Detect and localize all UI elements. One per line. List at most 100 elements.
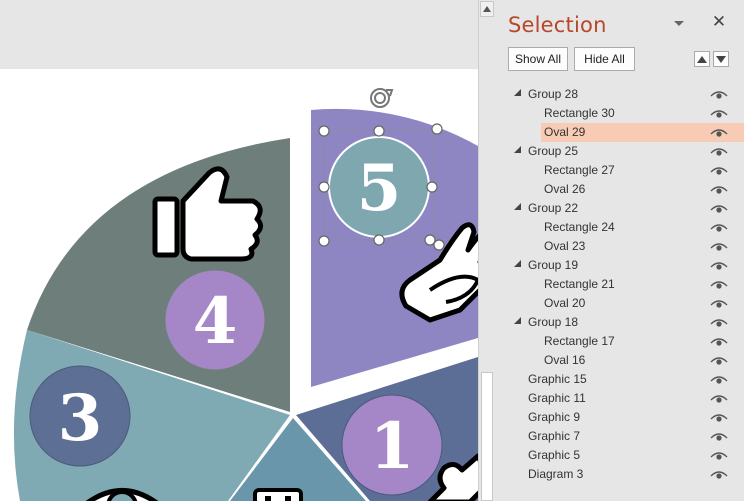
expand-triangle-icon[interactable] xyxy=(514,203,522,211)
eye-icon[interactable] xyxy=(710,146,728,158)
triangle-down-icon xyxy=(716,55,726,63)
selection-list: Group 28 Rectangle 30 Oval 29 Group 25 Recta… xyxy=(494,85,744,484)
handle-extra[interactable] xyxy=(433,239,445,251)
list-item-label: Oval 26 xyxy=(544,182,586,196)
list-item[interactable]: Rectangle 21 xyxy=(494,275,744,294)
eye-icon[interactable] xyxy=(710,108,728,120)
eye-icon[interactable] xyxy=(710,241,728,253)
robot-icon[interactable] xyxy=(253,488,303,501)
list-item[interactable]: Oval 29 xyxy=(494,123,744,142)
expand-triangle-icon[interactable] xyxy=(514,146,522,154)
bring-forward-button[interactable] xyxy=(694,51,710,67)
eye-icon[interactable] xyxy=(710,469,728,481)
scroll-thumb[interactable] xyxy=(481,372,493,501)
scroll-up-arrow-icon xyxy=(483,6,491,12)
handle-bottom-mid[interactable] xyxy=(373,234,385,246)
handle-bottom-left[interactable] xyxy=(318,235,330,247)
list-item-label: Group 19 xyxy=(528,258,579,272)
eye-icon[interactable] xyxy=(710,165,728,177)
list-item[interactable]: Oval 23 xyxy=(494,237,744,256)
eye-icon[interactable] xyxy=(710,298,728,310)
scroll-up-button[interactable] xyxy=(480,1,494,17)
list-item-label: Graphic 5 xyxy=(528,448,581,462)
list-item-label: Graphic 9 xyxy=(528,410,581,424)
list-item[interactable]: Rectangle 24 xyxy=(494,218,744,237)
handle-top-mid[interactable] xyxy=(373,125,385,137)
slide-canvas: 5 4 3 1 xyxy=(0,0,478,501)
list-item[interactable]: Group 25 xyxy=(494,142,744,161)
list-item[interactable]: Group 28 xyxy=(494,85,744,104)
eye-icon[interactable] xyxy=(710,431,728,443)
rotate-handle-icon[interactable] xyxy=(368,84,394,112)
selection-pane: Selection ✕ Show All Hide All Group 28 Re… xyxy=(494,0,744,501)
list-item[interactable]: Rectangle 17 xyxy=(494,332,744,351)
pie-diagram: 5 4 3 1 xyxy=(13,108,478,501)
handle-mid-left[interactable] xyxy=(318,181,330,193)
list-item-label: Oval 16 xyxy=(544,353,586,367)
list-item-label: Rectangle 17 xyxy=(544,334,615,348)
handle-mid-right[interactable] xyxy=(426,181,438,193)
pane-options-icon[interactable] xyxy=(672,17,686,29)
eye-icon[interactable] xyxy=(710,393,728,405)
oval-1-number: 1 xyxy=(370,409,415,484)
eye-icon[interactable] xyxy=(710,412,728,424)
triangle-up-icon xyxy=(697,55,707,63)
oval-4-number: 4 xyxy=(193,284,238,359)
eye-icon[interactable] xyxy=(710,450,728,462)
list-item-label: Rectangle 21 xyxy=(544,277,615,291)
eye-icon[interactable] xyxy=(710,203,728,215)
oval-5-number: 5 xyxy=(357,151,402,226)
list-item-label: Group 25 xyxy=(528,144,579,158)
close-icon[interactable]: ✕ xyxy=(710,13,728,31)
eye-icon[interactable] xyxy=(710,374,728,386)
list-item[interactable]: Graphic 7 xyxy=(494,427,744,446)
list-item[interactable]: Oval 20 xyxy=(494,294,744,313)
eye-icon[interactable] xyxy=(710,336,728,348)
list-item[interactable]: Group 22 xyxy=(494,199,744,218)
list-item[interactable]: Oval 16 xyxy=(494,351,744,370)
list-item-label: Rectangle 30 xyxy=(544,106,615,120)
slide[interactable]: 5 4 3 1 xyxy=(0,69,478,501)
list-item-label: Oval 29 xyxy=(544,125,586,139)
handle-top-left[interactable] xyxy=(318,125,330,137)
list-item[interactable]: Graphic 5 xyxy=(494,446,744,465)
vertical-scrollbar[interactable] xyxy=(478,0,494,501)
send-backward-button[interactable] xyxy=(713,51,729,67)
list-item[interactable]: Graphic 11 xyxy=(494,389,744,408)
list-item[interactable]: Group 18 xyxy=(494,313,744,332)
handle-top-right[interactable] xyxy=(431,123,443,135)
eye-icon[interactable] xyxy=(710,279,728,291)
list-item[interactable]: Oval 26 xyxy=(494,180,744,199)
list-item[interactable]: Graphic 9 xyxy=(494,408,744,427)
show-all-button[interactable]: Show All xyxy=(508,47,568,71)
eye-icon[interactable] xyxy=(710,355,728,367)
handle-bottom-right[interactable] xyxy=(424,234,436,246)
list-item-label: Graphic 15 xyxy=(528,372,587,386)
list-item-label: Group 22 xyxy=(528,201,579,215)
eye-icon[interactable] xyxy=(710,260,728,272)
hide-all-button[interactable]: Hide All xyxy=(574,47,635,71)
expand-triangle-icon[interactable] xyxy=(514,317,522,325)
eye-icon[interactable] xyxy=(710,317,728,329)
expand-triangle-icon[interactable] xyxy=(514,89,522,97)
eye-icon[interactable] xyxy=(710,184,728,196)
list-item-label: Graphic 11 xyxy=(528,391,586,405)
list-item-label: Group 28 xyxy=(528,87,579,101)
list-item[interactable]: Rectangle 30 xyxy=(494,104,744,123)
list-item[interactable]: Graphic 15 xyxy=(494,370,744,389)
pane-title: Selection xyxy=(508,13,607,37)
list-item-label: Diagram 3 xyxy=(528,467,584,481)
eye-icon[interactable] xyxy=(710,127,728,139)
list-item-label: Rectangle 27 xyxy=(544,163,615,177)
list-item[interactable]: Group 19 xyxy=(494,256,744,275)
expand-triangle-icon[interactable] xyxy=(514,260,522,268)
list-item[interactable]: Diagram 3 xyxy=(494,465,744,484)
list-item-label: Oval 20 xyxy=(544,296,586,310)
eye-icon[interactable] xyxy=(710,89,728,101)
list-item-label: Rectangle 24 xyxy=(544,220,615,234)
list-item[interactable]: Rectangle 27 xyxy=(494,161,744,180)
list-item-label: Group 18 xyxy=(528,315,579,329)
eye-icon[interactable] xyxy=(710,222,728,234)
list-item-label: Graphic 7 xyxy=(528,429,581,443)
oval-3-number: 3 xyxy=(58,381,103,456)
